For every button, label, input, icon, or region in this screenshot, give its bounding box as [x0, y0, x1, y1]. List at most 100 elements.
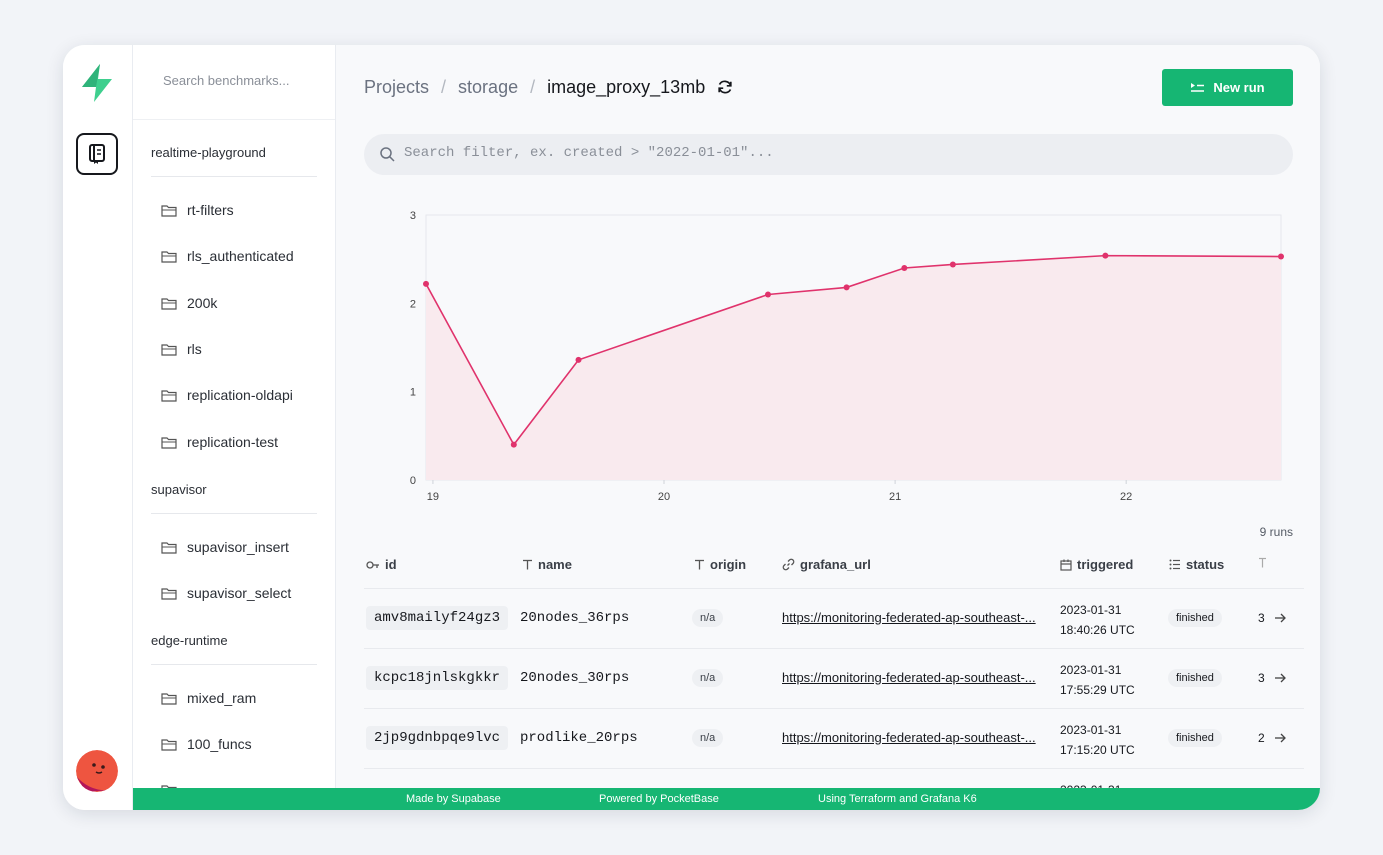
sidebar-item-replication-test[interactable]: replication-test [161, 430, 278, 454]
left-rail [63, 45, 133, 810]
footer-bar: Made by Supabase Powered by PocketBase U… [133, 788, 1320, 810]
avatar[interactable] [76, 750, 118, 792]
status-badge: finished [1168, 729, 1222, 747]
sidebar-item-label: replication-test [187, 434, 279, 450]
sidebar-item-label: supavisor_select [187, 585, 292, 601]
text-type-icon [523, 559, 532, 570]
y-tick-label: 3 [410, 210, 416, 222]
sidebar-item-label: 100_funcs [187, 736, 252, 752]
text-type-icon [695, 559, 704, 570]
supabase-logo-icon[interactable] [79, 63, 115, 103]
sidebar-search [133, 45, 335, 120]
grafana-link[interactable]: https://monitoring-federated-ap-southeas… [782, 670, 1044, 685]
sidebar-item-rls[interactable]: rls [161, 337, 202, 361]
data-point [575, 356, 582, 363]
arrow-right-icon[interactable] [1274, 732, 1286, 744]
sidebar-group-realtime-playground: realtime-playground [151, 145, 266, 160]
run-id: amv8mailyf24gz3 [366, 606, 509, 630]
breadcrumb: Projects / storage / image_proxy_13mb [364, 77, 705, 98]
run-extra-value: 3 [1258, 671, 1265, 685]
sidebar-item-supavisor-insert[interactable]: supavisor_insert [161, 535, 289, 559]
x-tick-label: 19 [427, 491, 439, 503]
status-badge: finished [1168, 669, 1222, 687]
run-name: 20nodes_30rps [520, 670, 630, 686]
data-point [765, 291, 771, 298]
grafana-link[interactable]: https://monitoring-federated-ap-southeas… [782, 730, 1044, 745]
sidebar-group-edge-runtime: edge-runtime [151, 633, 228, 648]
sidebar-divider [151, 513, 317, 514]
calendar-icon [1060, 559, 1072, 571]
folder-icon [161, 343, 177, 356]
column-header-triggered[interactable]: triggered [1060, 557, 1133, 572]
column-header-more[interactable] [1258, 557, 1271, 568]
data-point [1102, 252, 1109, 259]
sidebar-item-mixed-ram[interactable]: mixed_ram [161, 686, 256, 710]
book-icon [89, 144, 105, 164]
sidebar-item-label: rls [187, 341, 202, 357]
run-name: 20nodes_36rps [520, 610, 630, 626]
sidebar-item-supavisor-select[interactable]: supavisor_select [161, 581, 291, 605]
play-list-icon [1191, 82, 1205, 92]
new-run-button[interactable]: New run [1162, 69, 1293, 106]
text-type-icon [1259, 557, 1266, 568]
folder-icon [161, 436, 177, 449]
data-point [1278, 253, 1284, 260]
sidebar-item-rls-authenticated[interactable]: rls_authenticated [161, 244, 294, 268]
run-extra-value: 2 [1258, 731, 1265, 745]
refresh-icon[interactable] [716, 78, 734, 96]
breadcrumb-separator: / [530, 77, 536, 97]
column-header-origin[interactable]: origin [694, 557, 746, 572]
sidebar-item-label: 200k [187, 295, 218, 311]
run-triggered: 2023-01-31 17:15:20 UTC [1060, 723, 1135, 757]
key-icon [366, 560, 379, 569]
folder-icon [161, 692, 177, 705]
folder-icon [161, 587, 177, 600]
sidebar-group-supavisor: supavisor [151, 482, 207, 497]
column-header-id[interactable]: id [366, 557, 397, 572]
data-point [949, 261, 956, 268]
sidebar-item-replication-oldapi[interactable]: replication-oldapi [161, 383, 293, 407]
table-row[interactable]: 2023-01-31 [364, 768, 1304, 788]
data-point [901, 265, 908, 271]
column-header-name[interactable]: name [522, 557, 572, 572]
y-tick-label: 0 [410, 475, 416, 487]
breadcrumb-project[interactable]: storage [458, 77, 518, 98]
sidebar-item-label: replication-oldapi [187, 387, 293, 403]
new-run-label: New run [1213, 80, 1265, 95]
arrow-right-icon[interactable] [1274, 612, 1286, 624]
table-row[interactable]: 2jp9gdnbpqe9lvc prodlike_20rps n/a https… [364, 708, 1304, 768]
footer-made-by[interactable]: Made by Supabase [406, 793, 501, 805]
table-row[interactable]: kcpc18jnlskgkkr 20nodes_30rps n/a https:… [364, 648, 1304, 708]
folder-icon [161, 738, 177, 751]
grafana-link[interactable]: https://monitoring-federated-ap-southeas… [782, 610, 1044, 625]
runs-count: 9 runs [1259, 525, 1293, 539]
benchmark-search-input[interactable] [163, 73, 323, 88]
sidebar-divider [151, 664, 317, 665]
sidebar-item-rt-filters[interactable]: rt-filters [161, 198, 234, 222]
breadcrumb-current: image_proxy_13mb [547, 77, 706, 97]
column-header-status[interactable]: status [1169, 557, 1224, 572]
sidebar-item-200k[interactable]: 200k [161, 291, 217, 315]
run-extra-value: 3 [1258, 611, 1265, 625]
link-icon [782, 558, 795, 571]
sidebar-item-partial[interactable] [161, 778, 187, 788]
sidebar-item-100-funcs[interactable]: 100_funcs [161, 732, 252, 756]
benchmarks-sidebar: realtime-playground rt-filters rls_authe… [133, 45, 336, 788]
x-tick-label: 20 [658, 491, 670, 503]
footer-using[interactable]: Using Terraform and Grafana K6 [818, 793, 977, 805]
run-id: 2jp9gdnbpqe9lvc [366, 726, 509, 750]
column-header-grafana-url[interactable]: grafana_url [782, 557, 871, 572]
table-row[interactable]: amv8mailyf24gz3 20nodes_36rps n/a https:… [364, 588, 1304, 648]
breadcrumb-projects[interactable]: Projects [364, 77, 429, 98]
status-badge: finished [1168, 609, 1222, 627]
sidebar-divider [151, 176, 317, 177]
search-filter-input[interactable] [404, 145, 1264, 161]
x-tick-label: 21 [889, 491, 901, 503]
footer-powered-by[interactable]: Powered by PocketBase [599, 793, 719, 805]
run-origin: n/a [692, 729, 724, 747]
collections-button[interactable] [76, 133, 118, 175]
run-id: kcpc18jnlskgkkr [366, 666, 509, 690]
y-tick-label: 2 [410, 298, 416, 310]
arrow-right-icon[interactable] [1274, 672, 1286, 684]
folder-icon [161, 541, 177, 554]
